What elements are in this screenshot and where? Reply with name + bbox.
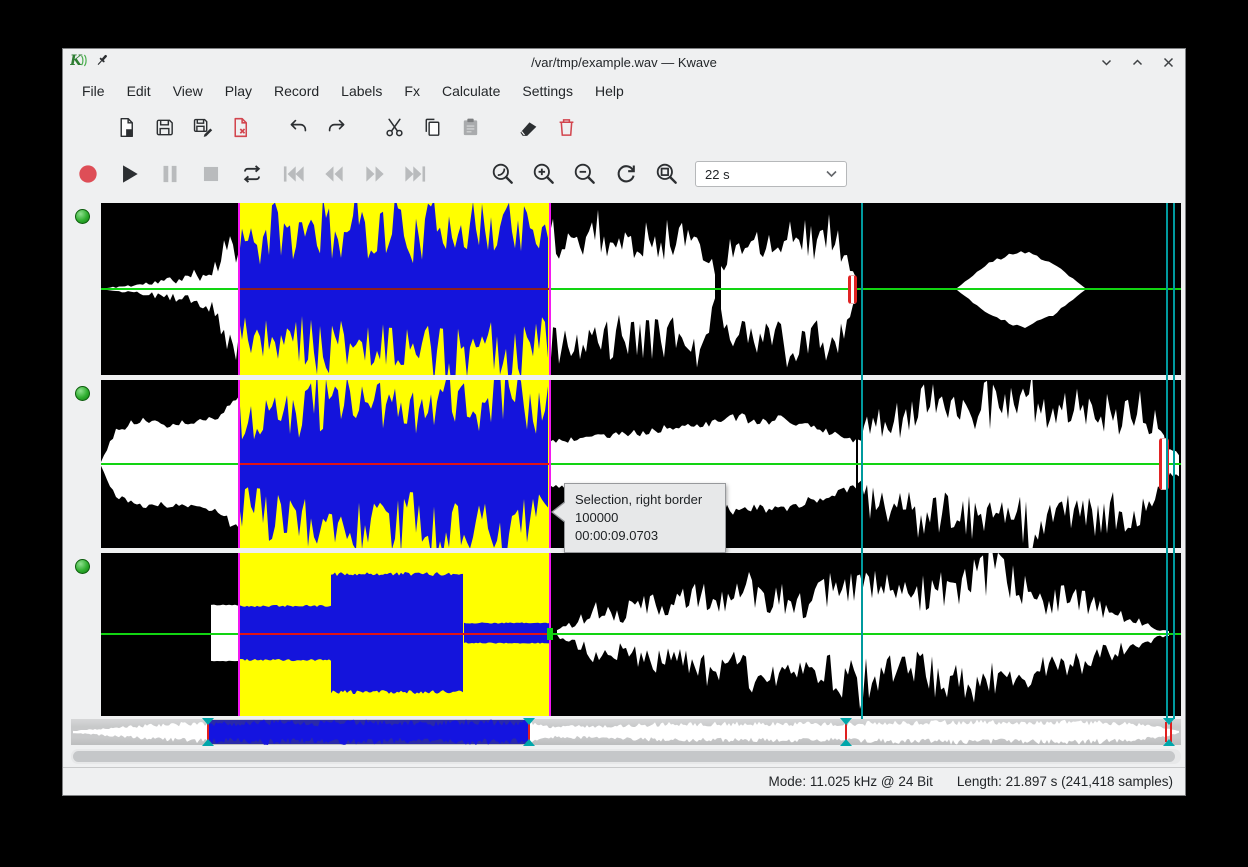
minimize-button[interactable] bbox=[1097, 54, 1115, 72]
menu-view[interactable]: View bbox=[163, 79, 213, 103]
zoom-selection-button[interactable] bbox=[490, 161, 516, 187]
overview-bar[interactable] bbox=[71, 719, 1181, 745]
playback-toolbar: 22 s bbox=[63, 148, 1185, 200]
selection-left-border[interactable] bbox=[238, 553, 240, 716]
selection-right-border[interactable] bbox=[549, 203, 551, 375]
kwave-app-icon: K bbox=[70, 52, 87, 74]
menubar: File Edit View Play Record Labels Fx Cal… bbox=[63, 76, 1185, 106]
close-button[interactable] bbox=[1159, 54, 1177, 72]
status-length: Length: 21.897 s (241,418 samples) bbox=[957, 774, 1173, 789]
zoom-in-button[interactable] bbox=[531, 161, 557, 187]
statusbar: Mode: 11.025 kHz @ 24 Bit Length: 21.897… bbox=[63, 767, 1185, 795]
scrollbar-thumb[interactable] bbox=[73, 751, 1175, 762]
track2-enabled-led[interactable] bbox=[75, 386, 90, 401]
menu-fx[interactable]: Fx bbox=[394, 79, 430, 103]
close-file-button[interactable] bbox=[227, 114, 253, 140]
tooltip-sample: 100000 bbox=[575, 509, 715, 527]
eraser-button[interactable] bbox=[515, 114, 541, 140]
zoom-all-button[interactable] bbox=[654, 161, 680, 187]
pause-button[interactable] bbox=[157, 161, 183, 187]
kwave-window: /var/tmp/example.wav — Kwave K File Edit… bbox=[62, 48, 1186, 796]
label-line[interactable] bbox=[861, 203, 863, 720]
overview-marker-selection-right[interactable] bbox=[523, 719, 535, 745]
horizontal-scrollbar[interactable] bbox=[71, 749, 1181, 764]
waveform-track-1[interactable] bbox=[101, 203, 1181, 375]
save-button[interactable] bbox=[151, 114, 177, 140]
window-title: /var/tmp/example.wav — Kwave bbox=[63, 55, 1185, 70]
marker-red bbox=[848, 275, 857, 304]
menu-file[interactable]: File bbox=[72, 79, 115, 103]
zero-crossing-mark bbox=[547, 628, 553, 640]
save-as-button[interactable] bbox=[189, 114, 215, 140]
menu-record[interactable]: Record bbox=[264, 79, 329, 103]
track1-enabled-led[interactable] bbox=[75, 209, 90, 224]
tooltip-title: Selection, right border bbox=[575, 491, 715, 509]
redo-button[interactable] bbox=[323, 114, 349, 140]
maximize-button[interactable] bbox=[1128, 54, 1146, 72]
chevron-down-icon bbox=[826, 165, 837, 183]
pin-icon[interactable] bbox=[95, 53, 110, 73]
overview-marker-label[interactable] bbox=[840, 719, 852, 745]
label-line[interactable] bbox=[1173, 203, 1175, 720]
zoom-revert-button[interactable] bbox=[613, 161, 639, 187]
track3-enabled-led[interactable] bbox=[75, 559, 90, 574]
selection-left-border[interactable] bbox=[238, 203, 240, 375]
forward-button[interactable] bbox=[362, 161, 388, 187]
selection-tooltip: Selection, right border 100000 00:00:09.… bbox=[564, 483, 726, 553]
zoom-out-button[interactable] bbox=[572, 161, 598, 187]
delete-button[interactable] bbox=[553, 114, 579, 140]
undo-button[interactable] bbox=[285, 114, 311, 140]
svg-text:K: K bbox=[70, 53, 83, 69]
play-button[interactable] bbox=[116, 161, 142, 187]
overview-marker-selection-left[interactable] bbox=[202, 719, 214, 745]
rewind-button[interactable] bbox=[321, 161, 347, 187]
stop-button[interactable] bbox=[198, 161, 224, 187]
desktop: /var/tmp/example.wav — Kwave K File Edit… bbox=[0, 0, 1248, 867]
label-line[interactable] bbox=[1166, 203, 1168, 720]
cut-button[interactable] bbox=[381, 114, 407, 140]
menu-play[interactable]: Play bbox=[215, 79, 262, 103]
waveform-track-3[interactable] bbox=[101, 553, 1181, 716]
skip-forward-button[interactable] bbox=[403, 161, 429, 187]
file-toolbar bbox=[63, 106, 1185, 148]
copy-button[interactable] bbox=[419, 114, 445, 140]
loop-button[interactable] bbox=[239, 161, 265, 187]
menu-help[interactable]: Help bbox=[585, 79, 634, 103]
selection-left-border[interactable] bbox=[238, 380, 240, 548]
tooltip-time: 00:00:09.0703 bbox=[575, 527, 715, 545]
zoom-level-select[interactable]: 22 s bbox=[695, 161, 847, 187]
menu-calculate[interactable]: Calculate bbox=[432, 79, 510, 103]
new-file-button[interactable] bbox=[75, 114, 101, 140]
status-mode: Mode: 11.025 kHz @ 24 Bit bbox=[769, 774, 933, 789]
menu-labels[interactable]: Labels bbox=[331, 79, 392, 103]
skip-back-button[interactable] bbox=[280, 161, 306, 187]
titlebar[interactable]: /var/tmp/example.wav — Kwave K bbox=[63, 49, 1185, 76]
overview-marker-label[interactable] bbox=[1163, 719, 1175, 745]
open-file-button[interactable] bbox=[113, 114, 139, 140]
zoom-level-value: 22 s bbox=[705, 167, 730, 182]
menu-edit[interactable]: Edit bbox=[117, 79, 161, 103]
record-button[interactable] bbox=[75, 161, 101, 187]
menu-settings[interactable]: Settings bbox=[512, 79, 583, 103]
paste-button[interactable] bbox=[457, 114, 483, 140]
